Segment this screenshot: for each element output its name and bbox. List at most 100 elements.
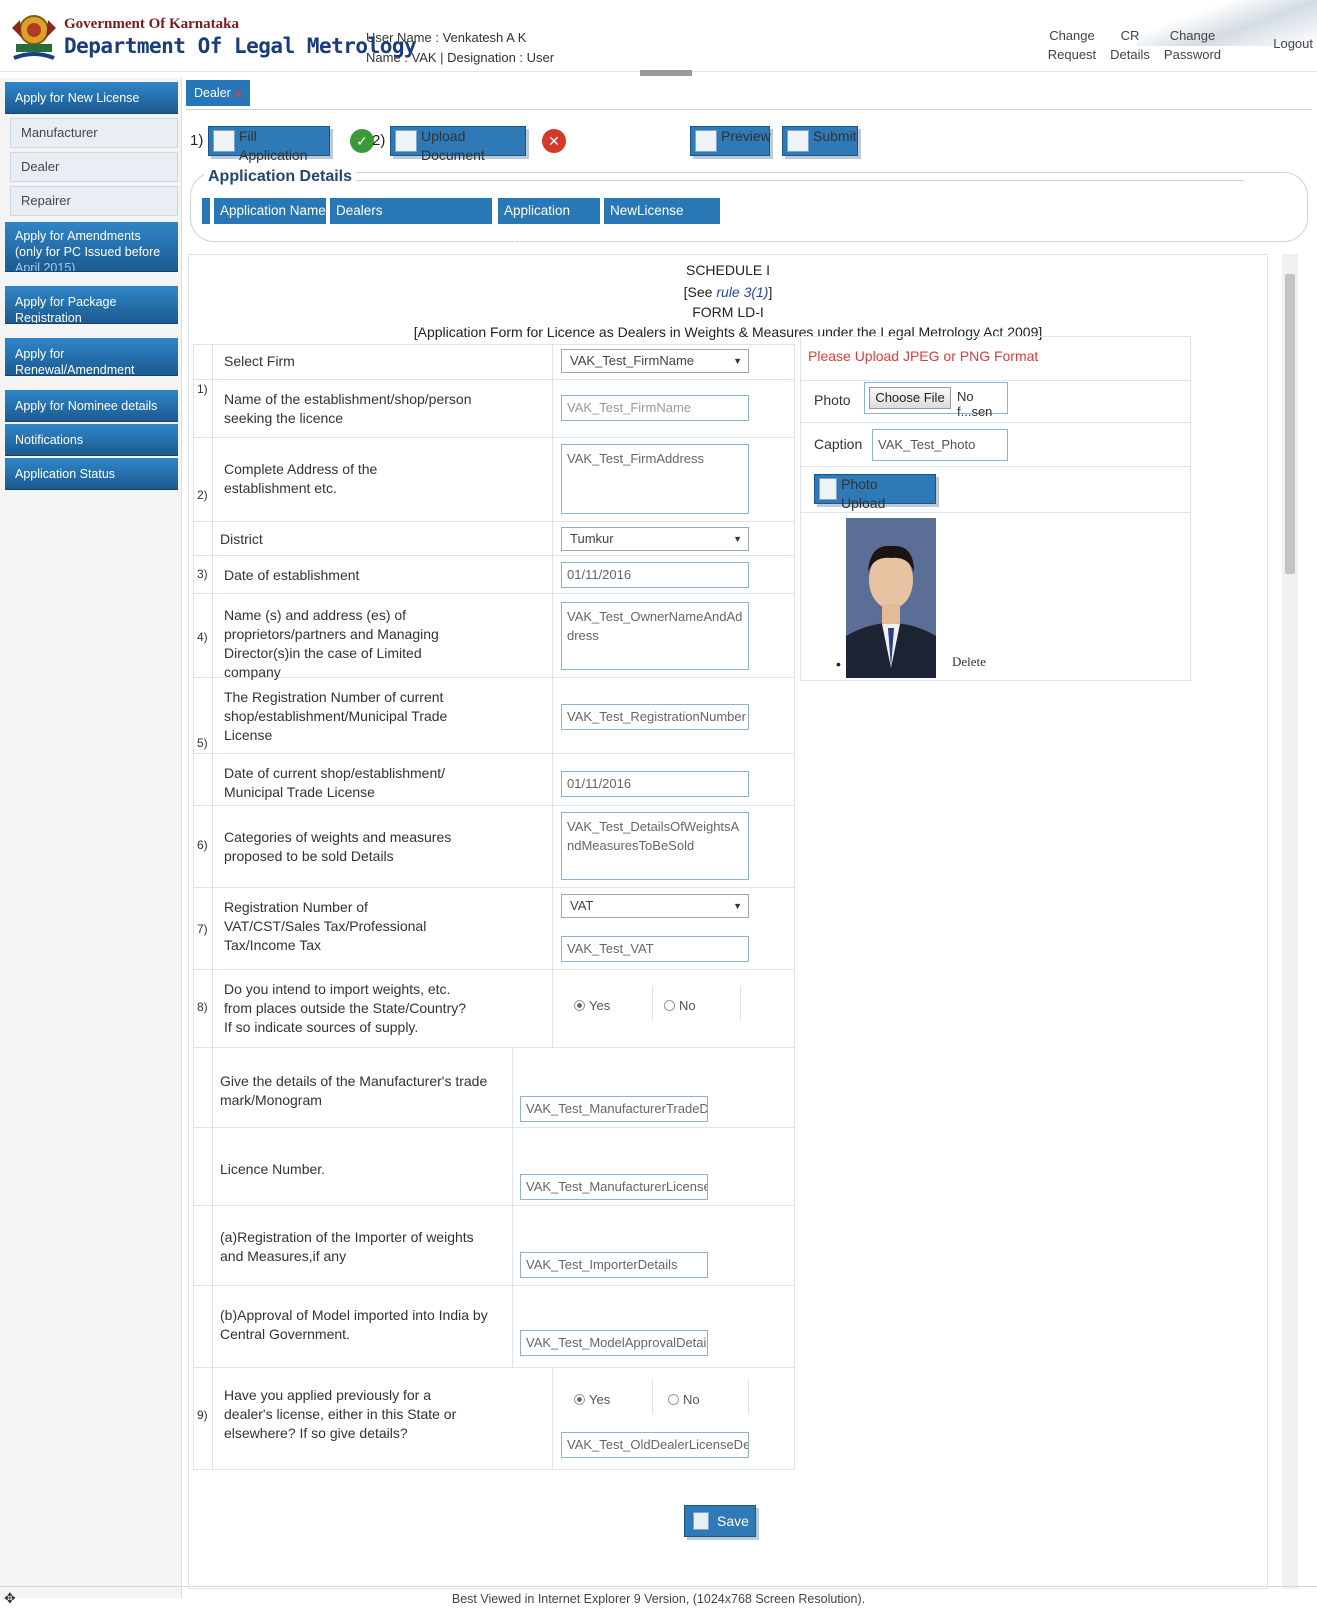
sidebar-apply-package-registration[interactable]: Apply for Package Registration (5, 286, 178, 324)
row-number-7: 7) (197, 922, 208, 936)
row-number-3: 3) (197, 567, 208, 581)
sidebar-application-status[interactable]: Application Status (5, 458, 178, 490)
sidebar-item-repairer[interactable]: Repairer (10, 186, 178, 216)
upload-document-button[interactable]: Upload Document (390, 126, 526, 163)
categories-textarea[interactable]: VAK_Test_DetailsOfWeightsAndMeasuresToBe… (561, 812, 749, 880)
panel-separator (800, 422, 1191, 423)
upload-icon (395, 130, 417, 152)
vat-label: Registration Number of VAT/CST/Sales Tax… (224, 899, 427, 953)
steps-toolbar: 1) Fill Application ✓ 2) Upload Document… (186, 124, 1312, 163)
select-firm-dropdown[interactable]: VAK_Test_FirmName ▼ (561, 349, 749, 373)
submit-button[interactable]: Submit (782, 126, 858, 156)
choose-file-button[interactable]: Choose File (869, 387, 951, 409)
import-yes-radio[interactable]: Yes (574, 998, 610, 1013)
registration-number-field[interactable]: VAK_Test_RegistrationNumber (561, 704, 749, 730)
name-designation-info: Name : VAK | Designation : User (366, 50, 555, 65)
schedule-rule-ref: [See rule 3(1)] (683, 284, 773, 300)
app-details-marker (202, 198, 212, 224)
licence-number-field[interactable]: VAK_Test_ManufacturerLicense (520, 1174, 708, 1200)
photo-upload-button[interactable]: Photo Upload (814, 474, 936, 511)
check-complete-icon: ✓ (350, 129, 374, 153)
previous-license-field[interactable]: VAK_Test_OldDealerLicenseDet (561, 1432, 749, 1458)
sidebar-apply-renewal[interactable]: Apply for Renewal/Amendment (5, 338, 178, 376)
tab-dealer[interactable]: Dealer x (186, 80, 250, 106)
registration-date-label: Date of current shop/establishment/ Muni… (224, 765, 446, 800)
application-details-title: Application Details (204, 168, 357, 186)
previous-license-label: Have you applied previously for a dealer… (224, 1387, 457, 1441)
registration-number-label: The Registration Number of current shop/… (224, 689, 448, 743)
rule-link[interactable]: rule 3(1) (716, 284, 768, 300)
logout-link[interactable]: Logout (1273, 36, 1313, 51)
cr-details-link[interactable]: CR Details (1110, 26, 1150, 64)
model-approval-field[interactable]: VAK_Test_ModelApprovalDetails (520, 1330, 708, 1356)
trade-mark-field[interactable]: VAK_Test_ManufacturerTradeD (520, 1096, 708, 1122)
radio-unselected-icon (668, 1394, 679, 1405)
trade-mark-label: Give the details of the Manufacturer's t… (220, 1073, 488, 1108)
radio-selected-icon (574, 1000, 585, 1011)
date-establishment-field[interactable]: 01/11/2016 (561, 562, 749, 588)
change-password-link[interactable]: Change Password (1164, 26, 1221, 64)
user-icon (819, 478, 837, 500)
address-textarea[interactable]: VAK_Test_FirmAddress (561, 444, 749, 514)
sidebar-apply-amendments[interactable]: Apply for Amendments (only for PC Issued… (5, 222, 178, 272)
select-firm-label: Select Firm (224, 353, 295, 369)
error-incomplete-icon: ✕ (542, 129, 566, 153)
step-2-number: 2) (372, 132, 386, 149)
upload-format-warning: Please Upload JPEG or PNG Format (808, 348, 1039, 364)
application-name-value: Dealers (330, 198, 494, 224)
importer-field[interactable]: VAK_Test_ImporterDetails (520, 1252, 708, 1278)
district-dropdown[interactable]: Tumkur ▼ (561, 527, 749, 551)
tax-number-field[interactable]: VAK_Test_VAT (561, 936, 749, 962)
previous-yes-radio[interactable]: Yes (574, 1392, 610, 1407)
step-1-number: 1) (190, 132, 204, 149)
list-bullet: • (836, 656, 841, 672)
application-details-rule (344, 180, 1244, 181)
row-number-9: 9) (197, 1408, 208, 1422)
establishment-name-field[interactable]: VAK_Test_FirmName (561, 395, 749, 421)
government-title: Government Of Karnataka (64, 16, 239, 32)
row-number-5: 5) (197, 736, 208, 750)
application-type-label: Application Type (498, 198, 602, 244)
sidebar-apply-nominee-details[interactable]: Apply for Nominee details (5, 390, 178, 422)
chevron-down-icon: ▼ (733, 901, 742, 911)
registration-date-field[interactable]: 01/11/2016 (561, 771, 749, 797)
import-label: Do you intend to import weights, etc. fr… (224, 981, 467, 1035)
uploaded-photo-thumbnail (846, 518, 936, 678)
sidebar-item-dealer[interactable]: Dealer (10, 152, 178, 182)
sidebar-apply-new-license[interactable]: Apply for New License (5, 82, 178, 114)
import-no-radio[interactable]: No (664, 998, 696, 1013)
sidebar-item-manufacturer[interactable]: Manufacturer (10, 118, 178, 148)
preview-icon (695, 130, 717, 152)
close-tab-icon[interactable]: x (235, 86, 242, 100)
previous-no-radio[interactable]: No (668, 1392, 700, 1407)
caption-field[interactable]: VAK_Test_Photo (872, 429, 1008, 461)
owners-textarea[interactable]: VAK_Test_OwnerNameAndAddress (561, 602, 749, 670)
radio-separator (652, 986, 653, 1020)
categories-label: Categories of weights and measures propo… (224, 829, 452, 864)
fill-application-button[interactable]: Fill Application (208, 126, 330, 163)
preview-button[interactable]: Preview (690, 126, 771, 156)
row-number-4: 4) (197, 630, 208, 644)
page-header: Government Of Karnataka Department Of Le… (0, 0, 1317, 72)
schedule-title: SCHEDULE I (685, 262, 771, 278)
change-request-link[interactable]: Change Request (1048, 26, 1096, 64)
radio-separator (652, 1380, 653, 1414)
person-portrait-icon (846, 518, 936, 678)
radio-selected-icon (574, 1394, 585, 1405)
photo-file-input[interactable]: Choose File No f...sen (864, 382, 1008, 419)
header-collapse-handle[interactable] (640, 70, 692, 76)
form-code: FORM LD-I (692, 304, 764, 320)
establishment-label: Name of the establishment/shop/person se… (224, 391, 472, 426)
user-name-info: User Name : Venkatesh A K (366, 30, 527, 45)
row-number-6: 6) (197, 838, 208, 852)
model-approval-label: (b)Approval of Model imported into India… (220, 1307, 488, 1342)
sidebar-notifications[interactable]: Notifications (5, 424, 178, 456)
licence-number-label: Licence Number. (220, 1161, 326, 1177)
form-scrollbar-thumb[interactable] (1285, 274, 1295, 574)
tax-type-dropdown[interactable]: VAT ▼ (561, 894, 749, 918)
delete-photo-link[interactable]: Delete (952, 654, 986, 670)
caption-label: Caption (814, 436, 863, 452)
save-button[interactable]: Save (684, 1505, 756, 1537)
panel-separator (800, 380, 1191, 381)
footer-note: Best Viewed in Internet Explorer 9 Versi… (451, 1592, 866, 1606)
